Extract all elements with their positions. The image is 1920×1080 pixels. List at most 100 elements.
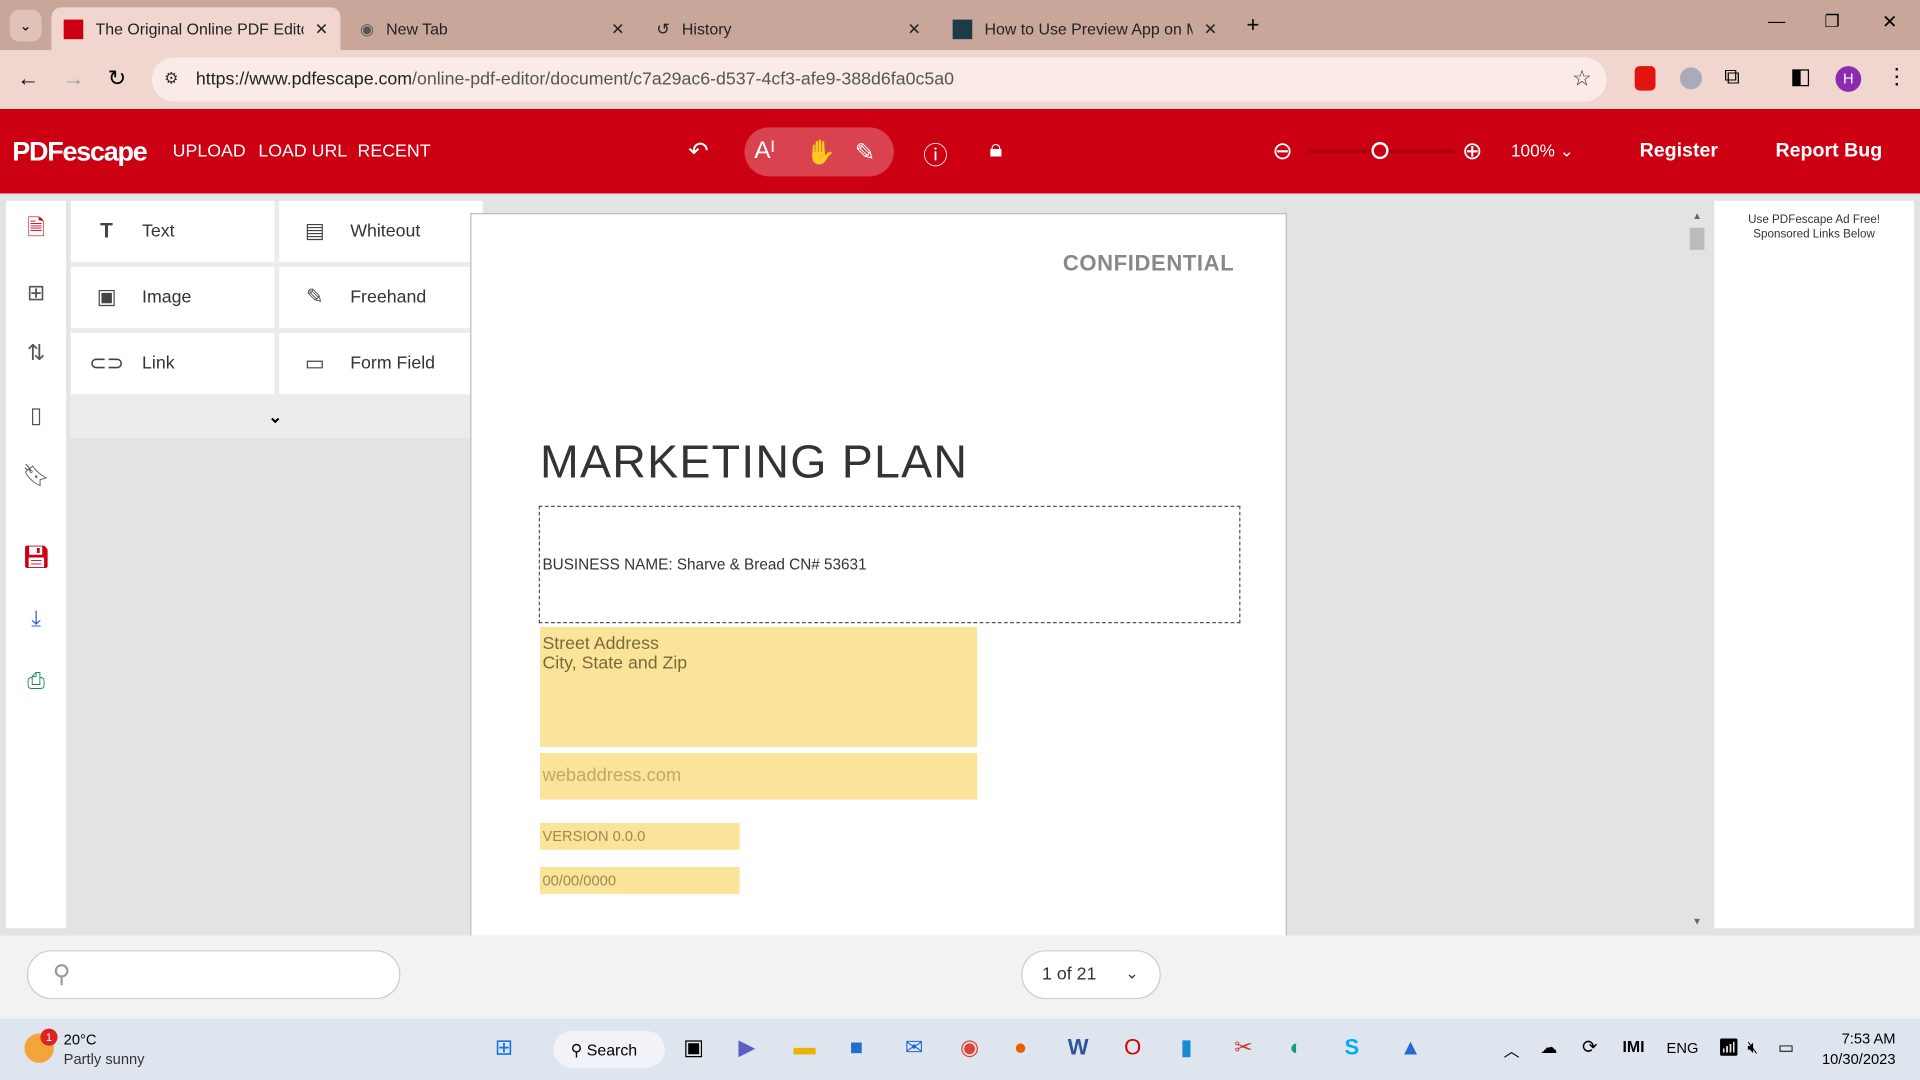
text-select-icon[interactable]: Aᴵ (754, 137, 774, 165)
back-button[interactable]: ← (17, 66, 39, 92)
skype-icon[interactable]: S (1344, 1035, 1359, 1061)
extensions-puzzle-icon[interactable]: ⧉ (1724, 64, 1740, 90)
tab-pdfescape[interactable]: The Original Online PDF Editor ✕ (51, 7, 341, 51)
sponsored-links-label: Sponsored Links Below (1753, 227, 1875, 242)
close-window-button[interactable]: ✕ (1882, 11, 1897, 33)
lock-icon[interactable]: 🔒︎ (989, 136, 1002, 164)
business-name-text-field[interactable]: BUSINESS NAME: Sharve & Bread CN# 53631 (538, 505, 1241, 624)
file-explorer-icon[interactable]: ▬ (793, 1035, 815, 1061)
recent-link[interactable]: RECENT (358, 142, 431, 162)
weather-desc[interactable]: Partly sunny (64, 1051, 145, 1068)
side-panel-icon[interactable]: ◧ (1790, 64, 1811, 90)
version-field[interactable]: VERSION 0.0.0 (540, 822, 740, 850)
zoom-in-icon[interactable]: ⊕ (1462, 136, 1483, 167)
close-tab-icon[interactable]: ✕ (907, 19, 920, 39)
clock-time[interactable]: 7:53 AM (1820, 1030, 1896, 1047)
ad-free-link[interactable]: Use PDFescape Ad Free! (1714, 213, 1914, 228)
word-icon[interactable]: W (1068, 1035, 1089, 1061)
date-field[interactable]: 00/00/0000 (540, 866, 740, 894)
restore-button[interactable]: ❐ (1824, 11, 1839, 32)
address-field[interactable]: Street Address City, State and Zip (540, 626, 978, 747)
photos-icon[interactable]: ▲ (1400, 1035, 1422, 1061)
site-info-icon[interactable]: ⚙ (164, 69, 178, 89)
page-tools-icon[interactable]: 🗎 (6, 203, 66, 259)
search-input[interactable]: ⚲ (26, 950, 401, 1000)
image-icon: ▣ (96, 285, 117, 309)
register-button[interactable]: Register (1640, 141, 1718, 163)
firefox-icon[interactable]: ● (1014, 1035, 1027, 1061)
tool-label: Image (142, 287, 192, 308)
mute-icon[interactable]: 🔇︎ (1747, 1037, 1758, 1058)
vertical-scrollbar[interactable]: ▲ ▼ (1687, 211, 1707, 933)
clock-date[interactable]: 10/30/2023 (1812, 1051, 1896, 1068)
info-icon[interactable]: ⓘ (923, 136, 947, 172)
teams-icon[interactable]: ▶ (738, 1035, 755, 1061)
wifi-icon[interactable]: 📶︎ (1718, 1037, 1740, 1058)
tab-history[interactable]: ↺ History ✕ (644, 7, 933, 50)
reload-button[interactable]: ↻ (108, 66, 126, 92)
close-tab-icon[interactable]: ✕ (1204, 19, 1217, 39)
extension-icon[interactable] (1680, 67, 1703, 90)
close-tab-icon[interactable]: ✕ (315, 19, 328, 39)
onedrive-icon[interactable]: ☁ (1540, 1037, 1557, 1058)
load-url-link[interactable]: LOAD URL (258, 142, 347, 162)
report-bug-button[interactable]: Report Bug (1776, 141, 1883, 163)
zoom-slider-handle[interactable] (1371, 142, 1389, 160)
adblock-extension-icon[interactable] (1634, 66, 1656, 91)
windows-start-icon[interactable]: ⊞ (495, 1035, 513, 1061)
upload-link[interactable]: UPLOAD (173, 142, 246, 162)
snipping-tool-icon[interactable]: ✂ (1234, 1035, 1252, 1061)
zoom-slider[interactable] (1307, 142, 1455, 160)
new-tab-button[interactable]: + (1247, 12, 1260, 38)
web-address-field[interactable]: webaddress.com (540, 753, 978, 800)
expand-tools-chevron-icon[interactable]: ⌄ (268, 407, 282, 428)
tool-freehand[interactable]: ✎ Freehand (279, 266, 483, 329)
tab-how-to[interactable]: How to Use Preview App on M ✕ (940, 7, 1229, 50)
tool-link[interactable]: ⊂⊃ Link (71, 333, 275, 395)
edge-icon[interactable]: ◐ (1289, 1035, 1302, 1061)
zoom-select[interactable]: 100% ⌄ (1511, 141, 1574, 162)
close-tab-icon[interactable]: ✕ (611, 19, 624, 39)
language-indicator[interactable]: ENG (1667, 1040, 1699, 1057)
app-tray-icon[interactable]: IМI (1622, 1037, 1644, 1055)
tool-image[interactable]: ▣ Image (71, 266, 275, 329)
tools-panel-empty (69, 438, 471, 929)
tab-search-button[interactable]: ⌄ (9, 9, 42, 42)
store-icon[interactable]: ■ (850, 1035, 863, 1061)
sync-icon[interactable]: ⟳ (1582, 1036, 1597, 1058)
weather-temp[interactable]: 20°C (64, 1031, 97, 1048)
bookmark-star-icon[interactable]: ☆ (1572, 66, 1592, 92)
download-icon[interactable]: ⤓ (6, 590, 66, 646)
confidential-label: CONFIDENTIAL (1062, 251, 1235, 276)
minimize-button[interactable]: — (1768, 11, 1785, 31)
sidebar-toggle-icon[interactable]: ▯ (6, 387, 66, 443)
insert-page-icon[interactable]: ⊞ (6, 264, 66, 320)
tool-form-field[interactable]: ▭ Form Field (279, 333, 483, 395)
pencil-icon[interactable]: ✎ (855, 137, 876, 168)
notepad-icon[interactable]: ▮ (1180, 1035, 1192, 1061)
taskbar-search[interactable]: ⚲ Search (553, 1031, 665, 1068)
url-input[interactable]: ⚙ https://www.pdfescape.com/online-pdf-e… (151, 57, 1607, 102)
tool-text[interactable]: T Text (71, 200, 275, 263)
menu-icon[interactable]: ⋮ (1886, 64, 1908, 90)
tool-whiteout[interactable]: ▤ Whiteout (279, 200, 483, 263)
battery-icon[interactable]: ▭ (1778, 1037, 1794, 1058)
forward-button[interactable]: → (62, 66, 84, 92)
scrollbar-thumb[interactable] (1689, 227, 1705, 250)
undo-icon[interactable]: ↶ (688, 136, 709, 167)
bookmark-icon[interactable]: 🔖︎ (6, 447, 66, 503)
page-manage-icon[interactable]: ⇅ (6, 324, 66, 380)
show-hidden-icons-chevron[interactable]: ︿ (1504, 1038, 1520, 1061)
pdfescape-logo[interactable]: PDFescape (12, 136, 147, 168)
print-icon[interactable]: ⎙ (6, 653, 66, 709)
task-view-icon[interactable]: ▣ (683, 1035, 704, 1061)
hand-icon[interactable]: ✋ (806, 137, 836, 168)
tab-new-tab[interactable]: ◉ New Tab ✕ (348, 7, 637, 50)
chrome-taskbar-icon[interactable]: ◉ (960, 1035, 979, 1061)
save-icon[interactable]: 💾︎ (6, 529, 66, 585)
page-select[interactable]: 1 of 21 ⌄ (1021, 950, 1161, 1000)
zoom-out-icon[interactable]: ⊖ (1272, 136, 1293, 167)
opera-icon[interactable]: O (1124, 1035, 1141, 1061)
profile-avatar[interactable]: H (1835, 66, 1862, 92)
mail-icon[interactable]: ✉ (905, 1035, 923, 1061)
